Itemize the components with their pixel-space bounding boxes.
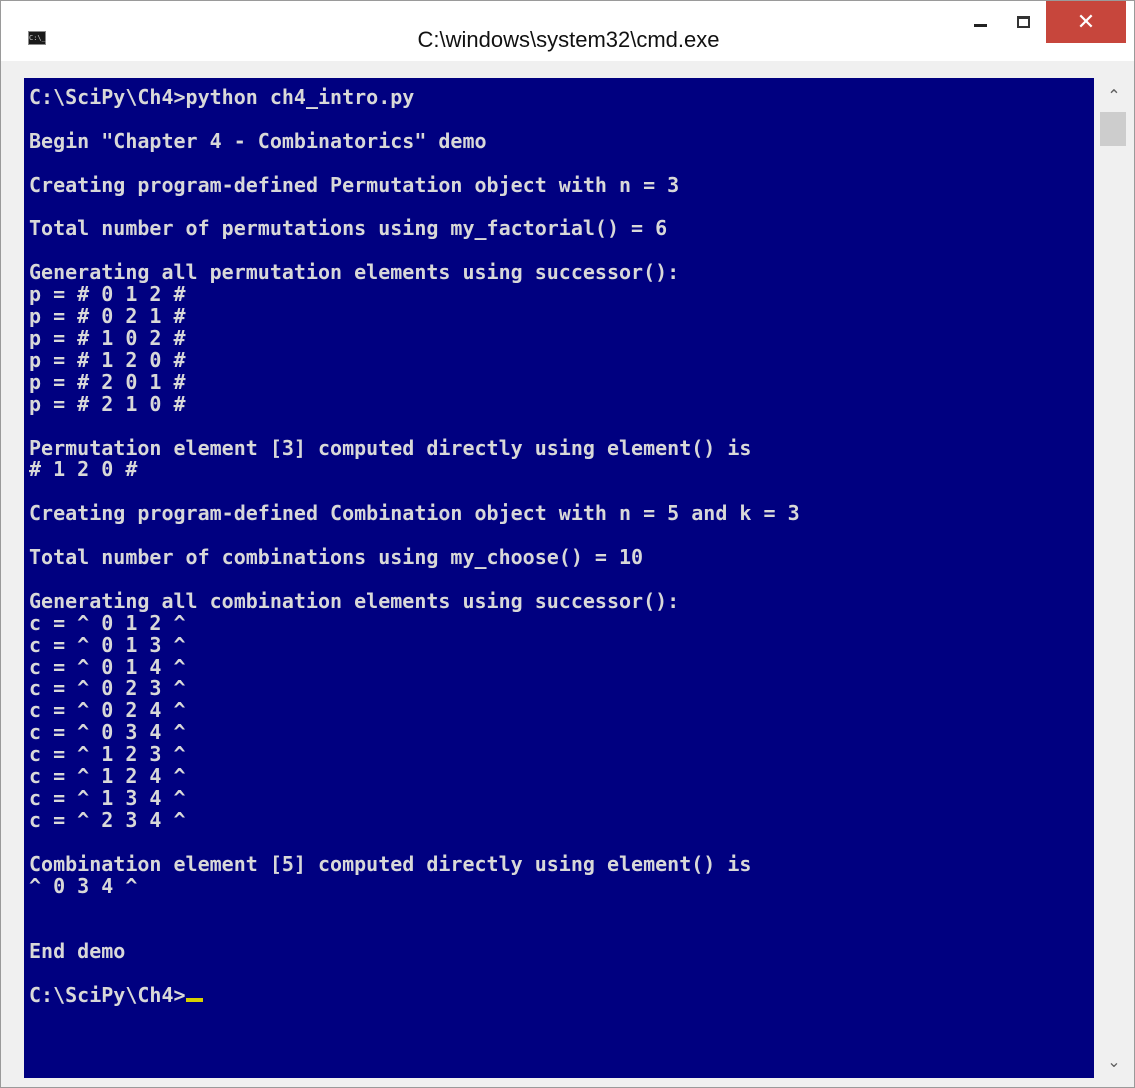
console-line: c = ^ 0 2 4 ^	[29, 698, 186, 723]
console-line: Begin "Chapter 4 - Combinatorics" demo	[29, 128, 487, 153]
console-line: c = ^ 1 3 4 ^	[29, 786, 186, 810]
console-line: c = ^ 1 2 4 ^	[29, 764, 186, 789]
scroll-up-button[interactable]: ⌃	[1094, 78, 1134, 112]
console-line: Generating all combination elements usin…	[29, 588, 680, 613]
console-line: p = # 2 1 0 #	[29, 391, 186, 416]
console-line: Combination element [5] computed directl…	[29, 851, 752, 876]
console-text: C:\SciPy\Ch4>python ch4_intro.py Begin "…	[24, 78, 1094, 1007]
minimize-button[interactable]	[959, 1, 1001, 43]
maximize-button[interactable]	[1001, 1, 1046, 43]
console-line: Total number of permutations using my_fa…	[29, 216, 668, 241]
console-line: c = ^ 2 3 4 ^	[29, 807, 186, 832]
console-line: Permutation element [3] computed directl…	[29, 435, 752, 460]
console-line: p = # 1 2 0 #	[29, 347, 186, 372]
console-line: c = ^ 0 1 2 ^	[29, 610, 186, 635]
close-button[interactable]: ✕	[1046, 1, 1126, 43]
chevron-down-icon: ⌄	[1107, 1051, 1121, 1071]
console-output-area[interactable]: C:\SciPy\Ch4>python ch4_intro.py Begin "…	[24, 78, 1094, 1078]
console-line: p = # 1 0 2 #	[29, 325, 186, 350]
console-line: Creating program-defined Permutation obj…	[29, 172, 680, 197]
chevron-up-icon: ⌃	[1107, 85, 1121, 105]
console-line: c = ^ 0 2 3 ^	[29, 676, 186, 701]
console-line: C:\SciPy\Ch4>python ch4_intro.py	[29, 85, 415, 109]
minimize-icon	[973, 23, 987, 27]
vertical-scrollbar[interactable]: ⌃ ⌄	[1094, 78, 1134, 1078]
console-line: Total number of combinations using my_ch…	[29, 545, 644, 570]
console-line: ^ 0 3 4 ^	[29, 873, 138, 898]
console-line: Generating all permutation elements usin…	[29, 260, 680, 285]
console-line: # 1 2 0 #	[29, 457, 138, 482]
console-line: Creating program-defined Combination obj…	[29, 501, 800, 526]
maximize-icon	[1017, 16, 1030, 28]
scroll-down-button[interactable]: ⌄	[1094, 1044, 1134, 1078]
console-line: c = ^ 0 1 4 ^	[29, 654, 186, 679]
close-icon: ✕	[1076, 9, 1096, 35]
console-line: c = ^ 0 1 3 ^	[29, 632, 186, 657]
console-line: p = # 2 0 1 #	[29, 369, 186, 394]
cmd-window: C:\_ C:\windows\system32\cmd.exe ✕ C:\Sc…	[0, 0, 1135, 1088]
console-line: c = ^ 0 3 4 ^	[29, 720, 186, 745]
console-line: C:\SciPy\Ch4>	[29, 983, 186, 1008]
console-line: p = # 0 2 1 #	[29, 304, 186, 329]
title-bar[interactable]: C:\_ C:\windows\system32\cmd.exe ✕	[1, 1, 1134, 61]
console-line: c = ^ 1 2 3 ^	[29, 742, 186, 767]
console-line: p = # 0 1 2 #	[29, 282, 186, 307]
console-line: End demo	[29, 939, 126, 964]
text-cursor	[185, 998, 203, 1003]
scrollbar-thumb[interactable]	[1100, 112, 1126, 146]
